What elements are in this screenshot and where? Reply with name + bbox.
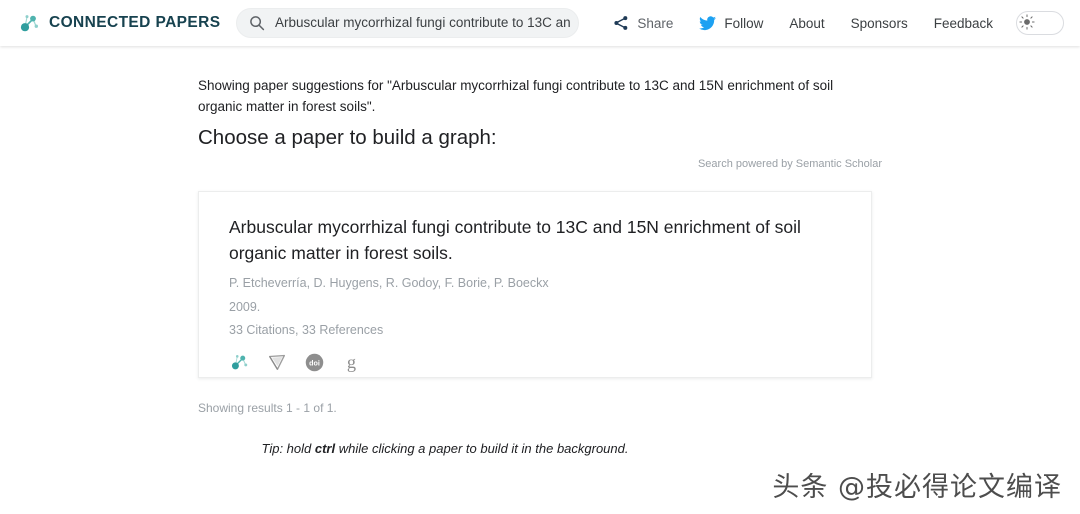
paper-year: 2009. [229,300,261,314]
nav-item-follow-label: Follow [724,15,764,31]
connected-papers-graph-logo-icon [18,11,42,35]
connected-papers-icon[interactable] [227,349,253,375]
brand-logo-link[interactable]: CONNECTED PAPERS [18,11,220,35]
nav-item-share-label: Share [637,15,674,31]
paper-authors: P. Etcheverría, D. Huygens, R. Godoy, F.… [229,276,549,290]
paper-external-links: doi g [199,339,871,375]
search-icon [249,15,265,31]
page-title: Choose a paper to build a graph: [198,126,497,149]
semantic-scholar-icon[interactable] [264,349,290,375]
showing-suggestions-text: Showing paper suggestions for "Arbuscula… [198,78,834,114]
nav-item-about-label: About [789,15,825,31]
header-nav: Share Follow About Sponsors Feedback [600,0,1070,46]
nav-item-share[interactable]: Share [600,0,686,46]
search-powered-by-text: Search powered by Semantic Scholar [697,158,882,170]
svg-text:doi: doi [309,359,320,367]
doi-icon[interactable]: doi [301,349,327,375]
brand-name-text: CONNECTED PAPERS [49,14,221,31]
paper-citation-stats: 33 Citations, 33 References [229,323,384,337]
results-count-text: Showing results 1 - 1 of 1. [198,401,337,415]
search-input-value[interactable]: Arbuscular mycorrhizal fungi contribute … [275,9,571,37]
paper-title: Arbuscular mycorrhizal fungi contribute … [229,217,801,263]
main-content: Showing paper suggestions for "Arbuscula… [0,46,1080,514]
sun-icon [1018,13,1036,31]
nav-item-sponsors[interactable]: Sponsors [838,0,921,46]
nav-item-about[interactable]: About [776,0,837,46]
nav-item-sponsors-label: Sponsors [850,15,908,31]
search-box[interactable]: Arbuscular mycorrhizal fungi contribute … [236,8,579,38]
tip-prefix: Tip: hold [261,441,315,456]
twitter-bird-icon [699,15,717,31]
share-icon [613,15,629,31]
nav-item-feedback-label: Feedback [933,15,993,31]
tip-suffix: while clicking a paper to build it in th… [335,441,629,456]
svg-text:g: g [346,352,355,372]
tip-key: ctrl [314,441,336,456]
google-scholar-icon[interactable]: g [338,349,364,375]
top-header-bar: CONNECTED PAPERS Arbuscular mycorrhizal … [0,0,1080,46]
nav-item-follow[interactable]: Follow [686,0,776,46]
nav-item-feedback[interactable]: Feedback [921,0,1006,46]
tip-text: Tip: hold ctrl while clicking a paper to… [0,441,1080,456]
paper-result-card[interactable]: Arbuscular mycorrhizal fungi contribute … [198,191,872,378]
theme-toggle[interactable] [1016,11,1064,35]
watermark: 头条 @投必得论文编译 [772,472,1062,503]
